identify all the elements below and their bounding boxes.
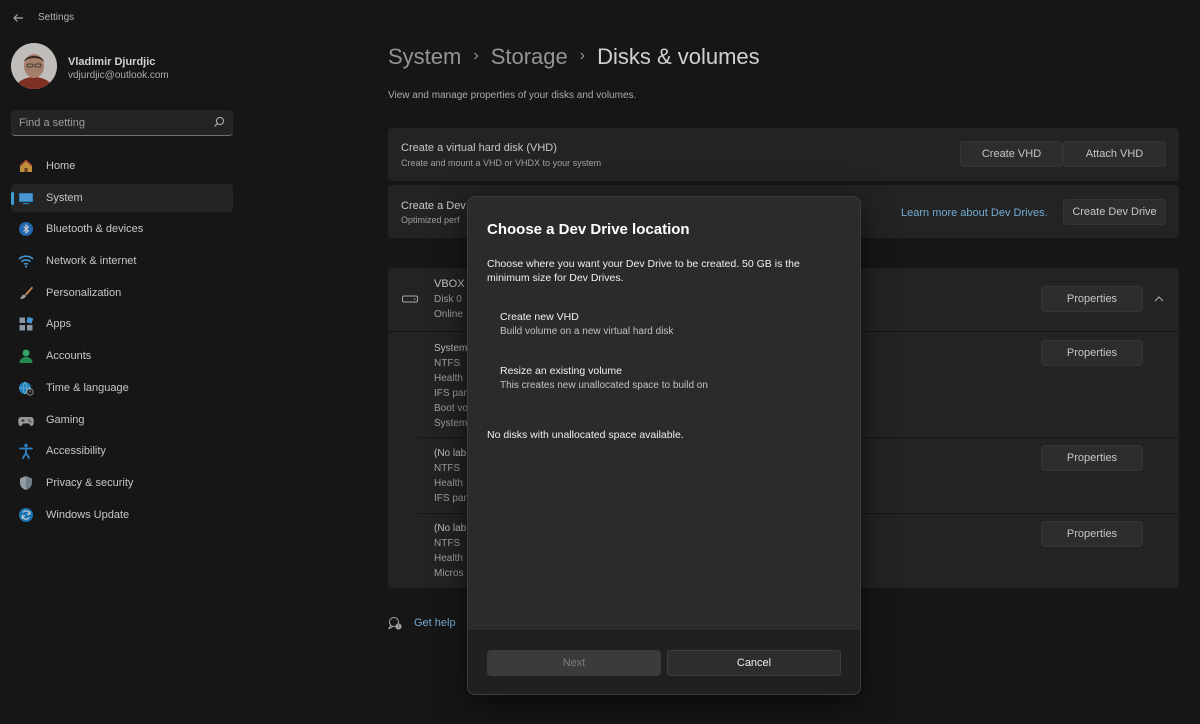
option-desc: This creates new unallocated space to bu… [500, 380, 708, 391]
dialog-title: Choose a Dev Drive location [487, 221, 690, 238]
dialog-message: Choose where you want your Dev Drive to … [487, 258, 800, 284]
next-button[interactable]: Next [487, 650, 661, 676]
cancel-button[interactable]: Cancel [667, 650, 841, 676]
create-new-vhd-option[interactable]: Create new VHD Build volume on a new vir… [487, 305, 843, 345]
option-title: Resize an existing volume [500, 365, 622, 377]
resize-existing-volume-option[interactable]: Resize an existing volume This creates n… [487, 359, 843, 399]
dialog-note: No disks with unallocated space availabl… [487, 429, 684, 441]
option-desc: Build volume on a new virtual hard disk [500, 326, 674, 337]
dialog-footer: Next Cancel [468, 630, 860, 694]
option-title: Create new VHD [500, 311, 579, 323]
dev-drive-location-dialog: Choose a Dev Drive location Choose where… [467, 196, 861, 695]
